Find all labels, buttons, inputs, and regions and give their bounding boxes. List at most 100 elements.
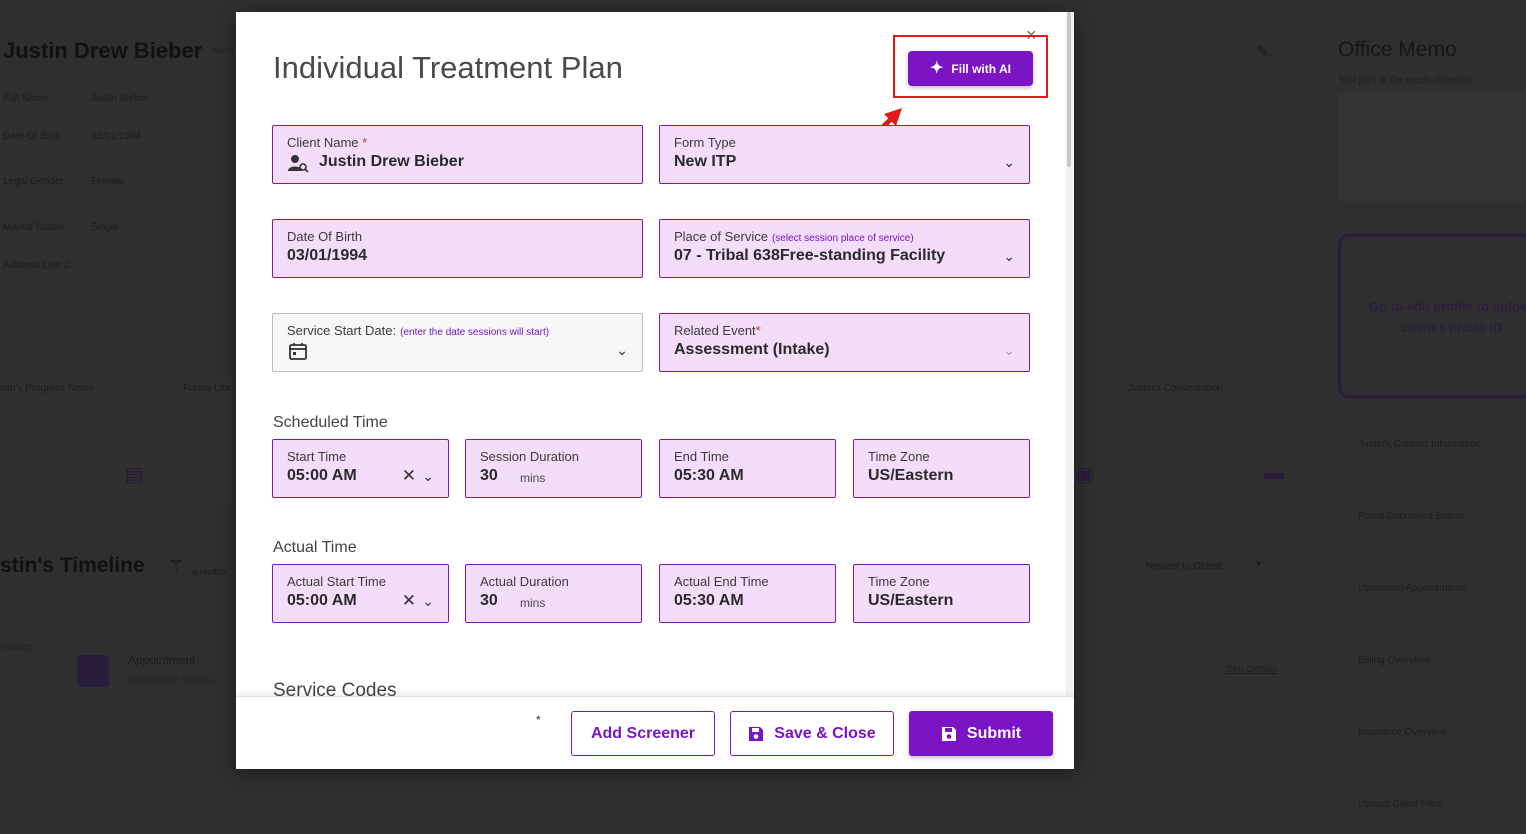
office-memo-subtitle: *not part of the medical record xyxy=(1338,75,1472,86)
end-time-field[interactable]: End Time 05:30 AM xyxy=(659,439,836,498)
actual-end-value: 05:30 AM xyxy=(674,592,744,609)
chevron-down-icon: ⌄ xyxy=(1003,342,1015,358)
required-asterisk: * xyxy=(755,323,761,338)
actual-tz-value: US/Eastern xyxy=(868,592,954,609)
calendar-add-icon: ▣ xyxy=(1076,464,1095,486)
office-memo-box[interactable] xyxy=(1338,92,1526,202)
actual-time-heading: Actual Time xyxy=(273,539,357,556)
service-start-label: Service Start Date: (enter the date sessi… xyxy=(287,323,549,338)
submit-button[interactable]: Submit xyxy=(909,711,1053,756)
actual-time-zone-field[interactable]: Time Zone US/Eastern xyxy=(853,564,1030,623)
sort-select[interactable]: Newest to Oldest xyxy=(1146,561,1222,572)
required-asterisk: * xyxy=(362,135,368,150)
user-search-icon xyxy=(288,155,309,173)
service-start-date-field[interactable]: Service Start Date: (enter the date sessi… xyxy=(272,313,643,372)
duration-unit: mins xyxy=(520,471,546,485)
side-item-insurance[interactable]: Insurance Overview xyxy=(1358,727,1446,738)
form-type-label: Form Type xyxy=(674,135,736,150)
client-name-heading: Justin Drew Bieber xyxy=(3,38,203,63)
start-time-field[interactable]: Start Time 05:00 AM ✕ ⌄ xyxy=(272,439,449,498)
label-hint: (enter the date sessions will start) xyxy=(400,327,550,338)
start-time-label: Start Time xyxy=(287,449,347,464)
time-zone-label: Time Zone xyxy=(868,449,930,464)
card-title: Justin's Conversation xyxy=(1128,383,1223,394)
detail-address-2: Address Line 2: xyxy=(3,260,73,271)
chevron-down-icon[interactable]: ⌄ xyxy=(422,468,434,485)
save-close-button[interactable]: Save & Close xyxy=(730,711,894,756)
fill-with-ai-label: Fill with AI xyxy=(951,61,1011,76)
detail-value: Female xyxy=(91,176,125,187)
related-event-label: Related Event* xyxy=(674,323,761,338)
related-event-select[interactable]: Related Event* Assessment (Intake) ⌄ xyxy=(659,313,1030,372)
time-zone-field[interactable]: Time Zone US/Eastern xyxy=(853,439,1030,498)
side-item-upload[interactable]: Upload Client Files xyxy=(1358,799,1442,810)
detail-label: Marital Status: xyxy=(3,222,67,233)
photo-id-text: Go to edit profile to upload client's ph… xyxy=(1368,299,1526,335)
chevron-down-icon[interactable]: ⌄ xyxy=(422,593,434,610)
save-icon xyxy=(749,726,764,741)
dob-label: Date Of Birth xyxy=(287,229,363,244)
save-close-label: Save & Close xyxy=(774,724,876,742)
session-duration-value: 30 xyxy=(480,467,498,484)
date-of-birth-field[interactable]: Date Of Birth 03/01/1994 xyxy=(272,219,643,278)
session-duration-label: Session Duration xyxy=(480,449,579,464)
actual-duration-field[interactable]: Actual Duration 30 mins xyxy=(465,564,642,623)
actual-tz-label: Time Zone xyxy=(868,574,930,589)
form-type-select[interactable]: Form Type New ITP ⌄ xyxy=(659,125,1030,184)
side-item-portal[interactable]: Portal Document Status xyxy=(1358,511,1464,522)
client-name-value: Justin Drew Bieber xyxy=(319,153,464,170)
add-screener-button[interactable]: Add Screener xyxy=(571,711,715,756)
card-title: Forms Libr xyxy=(183,383,231,394)
detail-label: Date Of Birth: xyxy=(3,131,64,142)
clear-icon[interactable]: ✕ xyxy=(402,466,416,486)
chevron-down-icon: ⌄ xyxy=(616,342,628,358)
save-icon xyxy=(941,726,956,741)
edit-pencil-icon[interactable]: ✎ xyxy=(1256,42,1269,62)
place-of-service-label: Place of Service (select session place of… xyxy=(674,229,914,244)
pronouns: he/hi xyxy=(212,46,234,57)
see-details-link[interactable]: See Details xyxy=(1226,664,1277,675)
label-text: Service Start Date: xyxy=(287,323,397,338)
appointment-subtitle: Appointment Schedul xyxy=(128,675,214,685)
scheduled-time-heading: Scheduled Time xyxy=(273,414,388,431)
place-of-service-select[interactable]: Place of Service (select session place of… xyxy=(659,219,1030,278)
detail-label: Address Line 2: xyxy=(3,260,73,271)
start-time-value: 05:00 AM xyxy=(287,467,357,484)
submit-label: Submit xyxy=(966,724,1022,742)
form-type-value: New ITP xyxy=(674,153,737,170)
detail-label: Full Name: xyxy=(3,93,52,104)
end-time-label: End Time xyxy=(674,449,729,464)
actual-start-label: Actual Start Time xyxy=(287,574,386,589)
clear-icon[interactable]: ✕ xyxy=(402,591,416,611)
actual-end-time-field[interactable]: Actual End Time 05:30 AM xyxy=(659,564,836,623)
magic-wand-icon[interactable]: ⚚ xyxy=(168,556,184,577)
side-item-contact[interactable]: Justin's Contact Information xyxy=(1358,439,1481,450)
fill-with-ai-button[interactable]: ✦ Fill with AI xyxy=(908,51,1033,86)
side-item-billing[interactable]: Billing Overview xyxy=(1358,655,1429,666)
end-time-value: 05:30 AM xyxy=(674,467,744,484)
detail-label: Legal Gender: xyxy=(3,176,67,187)
chat-icon: ▬ xyxy=(1264,462,1284,484)
detail-dob: Date Of Birth: 03/01/1994 xyxy=(3,131,141,142)
detail-marital-status: Marital Status: Single xyxy=(3,222,119,233)
side-item-appointments[interactable]: Upcoming Appointments xyxy=(1358,583,1466,594)
sparkle-icon: ✦ xyxy=(930,59,944,77)
calendar-icon[interactable] xyxy=(289,342,307,360)
actual-start-time-field[interactable]: Actual Start Time 05:00 AM ✕ ⌄ xyxy=(272,564,449,623)
timeline-date: 01/24/25 xyxy=(3,643,35,652)
time-zone-value: US/Eastern xyxy=(868,467,954,484)
detail-legal-gender: Legal Gender: Female xyxy=(3,176,124,187)
scrollbar-thumb[interactable] xyxy=(1067,12,1071,167)
client-name-field[interactable]: Client Name * Justin Drew Bieber xyxy=(272,125,643,184)
label-text: Client Name xyxy=(287,135,359,150)
footer-asterisk: * xyxy=(536,713,541,727)
chevron-down-icon: ▾ xyxy=(1256,559,1262,570)
detail-value: 03/01/1994 xyxy=(91,131,142,142)
session-duration-field[interactable]: Session Duration 30 mins xyxy=(465,439,642,498)
realtime-label: a realtim xyxy=(192,567,227,577)
actual-end-label: Actual End Time xyxy=(674,574,769,589)
office-memo-title: Office Memo xyxy=(1338,38,1457,61)
detail-full-name: Full Name: Justin Bieber xyxy=(3,93,149,104)
treatment-plan-modal: × Individual Treatment Plan ✦ Fill with … xyxy=(236,12,1074,769)
duration-unit: mins xyxy=(520,596,546,610)
